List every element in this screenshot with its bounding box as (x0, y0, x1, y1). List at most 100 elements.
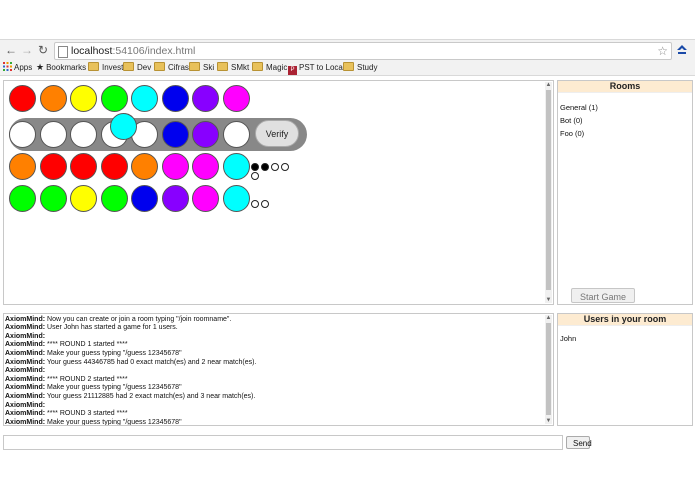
palette-ball-cyan[interactable] (131, 85, 158, 112)
scroll-thumb[interactable] (546, 90, 551, 290)
reload-icon[interactable]: ↻ (36, 43, 50, 57)
folder-icon (217, 62, 228, 71)
guess-slot[interactable] (39, 121, 67, 148)
start-game-button[interactable]: Start Game (571, 288, 635, 303)
users-title: Users in your room (558, 314, 692, 326)
folder-icon (154, 62, 165, 71)
scroll-up-arrow-icon[interactable]: ▲ (545, 82, 552, 88)
guess-slot[interactable] (222, 121, 250, 148)
history-ball (100, 153, 128, 180)
url-path: :54106/index.html (112, 45, 196, 57)
scroll-down-arrow-icon[interactable]: ▼ (545, 418, 552, 424)
bookmark-label: SMkt (231, 63, 250, 72)
bookmark-magic[interactable]: Magic (252, 61, 287, 74)
chat-text: User John has started a game for 1 users… (45, 324, 178, 332)
browser-tab-strip (0, 0, 695, 40)
palette-ball-orange[interactable] (39, 85, 67, 112)
bookmark-star-icon[interactable]: ☆ (657, 43, 668, 59)
bookmark-label: Magic (266, 63, 288, 72)
chat-text: Make your guess typing "/guess 12345678" (45, 418, 182, 426)
chat-sender: AxiomMind: (5, 410, 46, 418)
chat-text: You are in general room. (45, 313, 123, 314)
history-ball (131, 153, 158, 180)
bookmark-label: Cifras (168, 63, 189, 72)
chat-line: AxiomMind: Make your guess typing "/gues… (5, 384, 256, 393)
chat-sender: AxiomMind: (5, 315, 46, 323)
chat-sender: AxiomMind: (5, 367, 46, 375)
chat-line: AxiomMind: Your guess 21112885 had 2 exa… (5, 393, 256, 402)
guess-slot[interactable] (161, 121, 189, 148)
palette-ball-green[interactable] (100, 85, 128, 112)
folder-icon (252, 62, 263, 71)
bookmark-pst-to-local[interactable]: P PST to Local (288, 61, 345, 75)
room-item[interactable]: General (1) (560, 101, 598, 114)
dragging-ball[interactable] (110, 113, 137, 140)
bookmark-label: PST to Local (299, 63, 345, 72)
exact-match-peg (251, 163, 259, 171)
bookmark-invest[interactable]: Invest (88, 61, 123, 74)
near-match-peg (261, 200, 269, 208)
chat-scrollbar[interactable]: ▲ ▼ (545, 315, 552, 424)
users-panel: Users in your room John (557, 313, 693, 426)
chat-line: AxiomMind: (5, 333, 256, 342)
palette-ball-red[interactable] (9, 85, 36, 112)
chat-text: Your guess 44346785 had 0 exact match(es… (45, 358, 257, 366)
chat-line: AxiomMind: Your guess 44346785 had 0 exa… (5, 359, 256, 368)
address-bar[interactable]: localhost:54106/index.html ☆ (54, 42, 672, 60)
bookmark-ski[interactable]: Ski (189, 61, 214, 74)
history-ball (70, 185, 97, 212)
room-item[interactable]: Bot (0) (560, 114, 598, 127)
user-item: John (560, 334, 577, 343)
chat-line: AxiomMind: User John has started a game … (5, 324, 256, 333)
rooms-panel: Rooms General (1) Bot (0) Foo (0) Start … (557, 80, 693, 305)
chat-text: Make your guess typing "/guess 12345678" (45, 349, 182, 357)
bookmark-apps[interactable]: Apps (3, 61, 32, 74)
guess-slot[interactable] (192, 121, 219, 148)
forward-arrow-icon[interactable]: → (20, 43, 34, 57)
guess-slot[interactable] (9, 121, 36, 148)
star-icon: ★ (36, 62, 45, 72)
chat-sender: AxiomMind: (5, 313, 45, 314)
palette-ball-purple[interactable] (192, 85, 219, 112)
history-ball (192, 185, 219, 212)
verify-button[interactable]: Verify (255, 120, 299, 147)
bookmark-label: Ski (203, 63, 215, 72)
guess-slot[interactable] (70, 121, 97, 148)
chat-line: AxiomMind: Make your guess typing "/gues… (5, 418, 256, 426)
user-list: John (560, 333, 576, 345)
game-scrollbar[interactable]: ▲ ▼ (545, 82, 552, 303)
message-input[interactable] (3, 435, 563, 450)
room-item[interactable]: Foo (0) (560, 127, 598, 140)
extension-icon[interactable] (676, 44, 688, 56)
bookmark-bookmarks[interactable]: ★ Bookmarks (36, 61, 86, 74)
folder-icon (189, 62, 200, 71)
bookmark-study[interactable]: Study (343, 61, 377, 74)
chat-sender: AxiomMind: (5, 349, 46, 357)
chat-line: AxiomMind: (5, 402, 256, 411)
folder-icon (123, 62, 134, 71)
send-button[interactable]: Send (566, 436, 592, 449)
address-url: localhost:54106/index.html (71, 44, 195, 58)
scroll-up-arrow-icon[interactable]: ▲ (545, 315, 552, 321)
bookmark-cifras[interactable]: Cifras (154, 61, 189, 74)
chat-sender: AxiomMind: (5, 324, 46, 332)
chat-line: AxiomMind: **** ROUND 1 started **** (5, 341, 256, 350)
chat-text: **** ROUND 2 started **** (45, 375, 128, 383)
chat-text: Make your guess typing "/guess 12345678" (45, 384, 182, 392)
near-match-peg (281, 163, 289, 171)
bookmark-dev[interactable]: Dev (123, 61, 151, 74)
bookmarks-bar: Apps ★ Bookmarks Invest Dev Cifras Ski SM… (0, 60, 695, 76)
chat-lines: AxiomMind: You are in general room.Axiom… (5, 313, 256, 426)
palette-ball-yellow[interactable] (70, 85, 97, 112)
palette-ball-blue[interactable] (161, 85, 189, 112)
chat-text: **** ROUND 1 started **** (45, 341, 128, 349)
back-arrow-icon[interactable]: ← (4, 43, 18, 57)
scroll-thumb[interactable] (546, 323, 551, 415)
bookmark-smkt[interactable]: SMkt (217, 61, 249, 74)
history-ball (192, 153, 219, 180)
chat-line: AxiomMind: Make your guess typing "/gues… (5, 350, 256, 359)
browser-toolbar: ← → ↻ localhost:54106/index.html ☆ (0, 40, 695, 60)
palette-ball-magenta[interactable] (222, 85, 250, 112)
history-ball (131, 185, 158, 212)
scroll-down-arrow-icon[interactable]: ▼ (545, 297, 552, 303)
